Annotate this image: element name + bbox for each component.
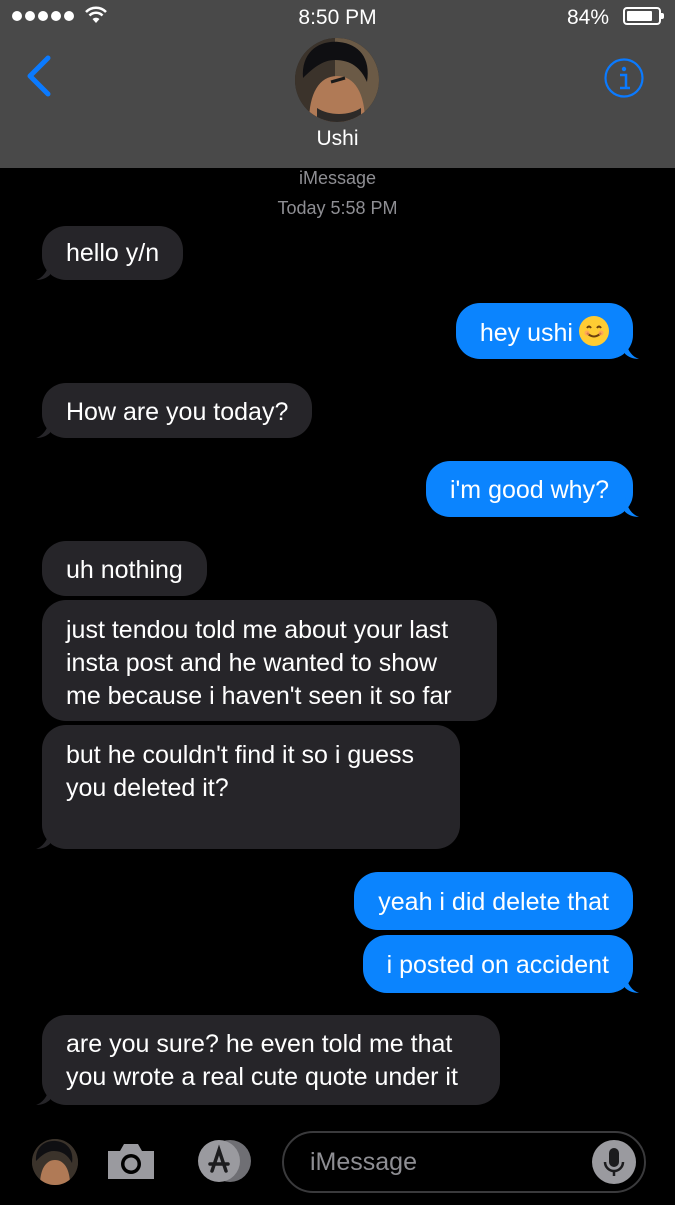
bubble-tail [36, 418, 50, 438]
incoming-message[interactable]: How are you today? [36, 383, 313, 438]
message-line: just tendou told me about your last [66, 616, 449, 644]
outgoing-message[interactable]: yeah i did delete that [354, 872, 633, 930]
outgoing-message[interactable]: hey ushi [455, 303, 639, 359]
bubble-tail [36, 260, 50, 280]
microphone-icon [603, 1148, 625, 1176]
info-icon[interactable] [603, 57, 645, 99]
service-label: iMessage [298, 168, 377, 188]
message-line: insta post and he wanted to show [66, 649, 438, 677]
bubble-tail [625, 497, 639, 517]
bubble-tail [36, 1085, 50, 1105]
smiling-face-emoji-icon [579, 316, 609, 346]
message-text: i posted on accident [386, 951, 609, 979]
message-text: How are you today? [66, 398, 289, 426]
message-line: you deleted it? [66, 774, 229, 802]
memoji-avatar-button[interactable] [32, 1139, 78, 1185]
outgoing-message[interactable]: i'm good why? [425, 461, 639, 517]
camera-icon[interactable] [104, 1139, 158, 1183]
message-line: me because i haven't seen it so far [66, 682, 452, 710]
message-text: yeah i did delete that [378, 888, 609, 916]
contact-name[interactable]: Ushi [0, 127, 675, 151]
bubble-tail [625, 973, 639, 993]
bubble-tail [36, 829, 50, 849]
conversation-timestamp: Today 5:58 PM [277, 198, 398, 218]
bubble-tail [625, 339, 639, 359]
incoming-message[interactable]: just tendou told me about your last inst… [42, 600, 497, 721]
message-text: i'm good why? [449, 476, 609, 504]
conversation-header: 8:50 PM 84% Ushi [0, 0, 675, 168]
message-text: hey ushi [479, 319, 573, 347]
outgoing-message[interactable]: i posted on accident [362, 935, 639, 993]
battery-percentage: 84% [566, 6, 609, 29]
imessage-input[interactable]: iMessage [282, 1131, 646, 1193]
avatar-illustration [295, 38, 379, 122]
battery-icon [623, 7, 664, 25]
back-chevron-icon[interactable] [22, 54, 54, 98]
message-text: uh nothing [66, 556, 183, 584]
incoming-message[interactable]: hello y/n [36, 226, 184, 280]
incoming-message[interactable]: uh nothing [42, 541, 207, 596]
incoming-message[interactable]: are you sure? he even told me that you w… [36, 1015, 500, 1105]
message-line: are you sure? he even told me that [66, 1030, 453, 1058]
message-text: hello y/n [66, 239, 160, 267]
compose-bar: iMessage [0, 1120, 675, 1200]
status-bar: 8:50 PM 84% [0, 0, 675, 34]
message-line: but he couldn't find it so i guess [66, 741, 415, 769]
microphone-button[interactable] [592, 1140, 636, 1184]
incoming-message[interactable]: but he couldn't find it so i guess you d… [36, 725, 460, 849]
avatar-thumbnail [32, 1139, 78, 1185]
message-line: you wrote a real cute quote under it [66, 1063, 458, 1091]
input-placeholder: iMessage [310, 1148, 417, 1176]
contact-avatar[interactable] [295, 38, 379, 122]
app-store-icon[interactable] [190, 1136, 256, 1186]
